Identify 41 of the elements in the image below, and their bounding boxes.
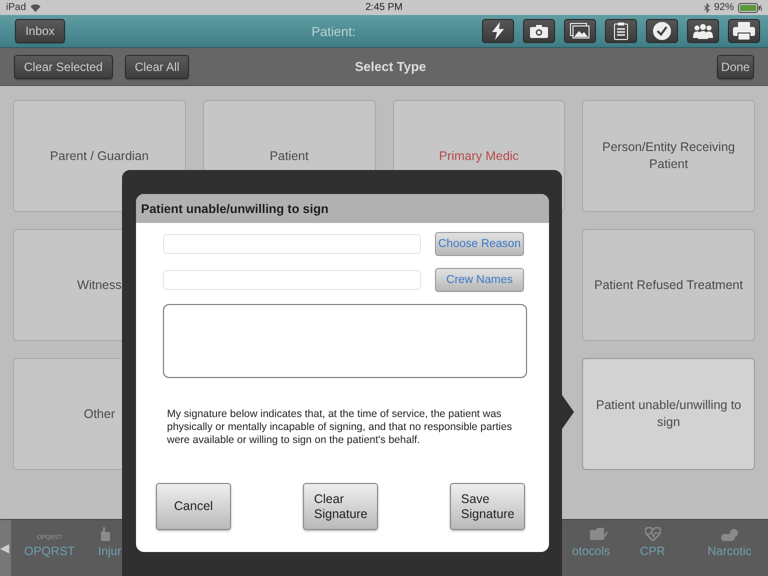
clock: 2:45 PM <box>365 2 403 13</box>
camera-icon <box>530 24 548 38</box>
lightning-icon <box>491 22 505 40</box>
input-field[interactable] <box>163 270 421 290</box>
cancel-button[interactable]: Cancel <box>156 483 231 530</box>
toolbar-button[interactable]: Clear All <box>124 54 190 78</box>
hand-icon <box>98 527 110 541</box>
input-field[interactable] <box>163 234 421 254</box>
toolbar-button[interactable]: Clear Selected <box>14 54 113 78</box>
inbox-button[interactable]: Inbox <box>15 19 65 43</box>
camera-button[interactable] <box>523 19 555 43</box>
checkmark-button[interactable] <box>646 19 678 43</box>
toolbar-title: Patient: <box>310 24 357 38</box>
folder-icon <box>590 528 608 541</box>
field-button[interactable]: Crew Names <box>435 268 524 292</box>
heartbeat-icon <box>644 527 660 541</box>
checkmark-icon <box>653 22 671 40</box>
type-tile[interactable]: Person/Entity Receiving Patient <box>582 100 755 212</box>
images-icon <box>570 23 590 39</box>
battery-icon <box>738 2 762 12</box>
people-button[interactable] <box>687 19 719 43</box>
done-button[interactable]: Done <box>717 54 754 78</box>
type-tile[interactable]: Patient Refused Treatment <box>582 229 755 341</box>
battery-percentage: 92% <box>714 2 734 13</box>
people-icon <box>692 23 714 39</box>
wifi-icon <box>30 4 42 12</box>
printer-icon <box>733 22 755 40</box>
notes-field[interactable] <box>163 304 527 378</box>
printer-button[interactable] <box>728 19 760 43</box>
clipboard-button[interactable] <box>605 19 637 43</box>
gallery-button[interactable] <box>564 19 596 43</box>
field-button[interactable]: Choose Reason <box>435 232 524 256</box>
clear-signature-button[interactable]: Clear Signature <box>303 483 378 530</box>
section-title: Select Type <box>354 59 428 74</box>
clipboard-icon <box>614 22 628 40</box>
save-signature-button[interactable]: Save Signature <box>450 483 525 530</box>
bluetooth-icon <box>704 2 710 12</box>
lightning-button[interactable] <box>482 19 514 43</box>
pill-icon <box>720 529 738 541</box>
device-name: iPad <box>6 2 26 13</box>
type-tile[interactable]: Patient unable/unwilling to sign <box>582 358 755 470</box>
